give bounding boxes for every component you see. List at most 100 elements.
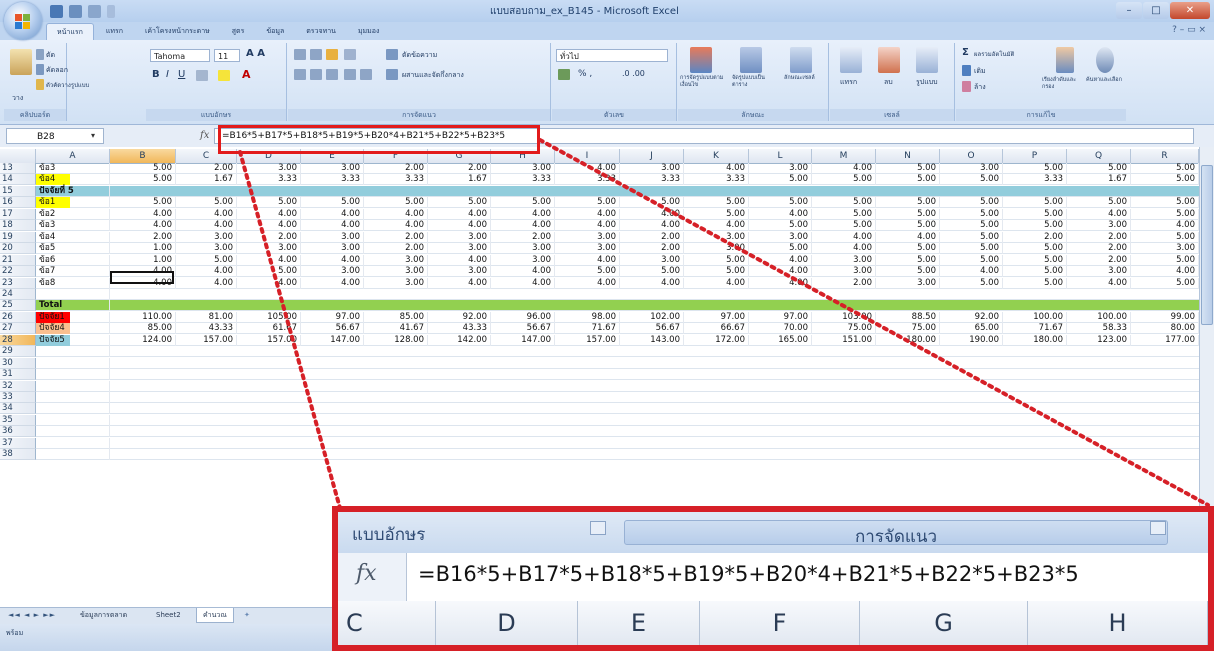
data-cell[interactable]: 3.00 bbox=[555, 243, 620, 255]
cell-styles-label[interactable]: ลักษณะเซลล์ bbox=[784, 75, 824, 82]
sort-filter-icon[interactable] bbox=[1056, 47, 1074, 73]
row-header[interactable]: 36 bbox=[0, 426, 36, 438]
data-cell[interactable]: 2.00 bbox=[364, 243, 428, 255]
data-cell[interactable]: 1.67 bbox=[176, 174, 237, 186]
data-cell[interactable]: 4.00 bbox=[555, 254, 620, 266]
decrease-indent-icon[interactable] bbox=[344, 69, 356, 80]
row-label-cell[interactable]: ข้อ7 bbox=[36, 266, 110, 278]
data-cell[interactable]: 3.33 bbox=[620, 174, 684, 186]
data-cell[interactable]: 4.00 bbox=[428, 277, 491, 289]
data-cell[interactable]: 5.00 bbox=[940, 277, 1003, 289]
data-cell[interactable]: 3.00 bbox=[301, 163, 364, 174]
data-cell[interactable]: 5.00 bbox=[940, 197, 1003, 209]
column-header-p[interactable]: P bbox=[1003, 149, 1067, 163]
data-cell[interactable]: 5.00 bbox=[555, 266, 620, 278]
row-label-cell[interactable] bbox=[36, 403, 110, 415]
row-header[interactable]: 29 bbox=[0, 346, 36, 358]
redo-icon[interactable] bbox=[88, 4, 101, 18]
font-color-icon[interactable]: A bbox=[242, 68, 251, 81]
insert-function-icon[interactable]: fx bbox=[200, 128, 209, 144]
data-cell[interactable]: 4.00 bbox=[110, 220, 176, 232]
row-label-cell[interactable]: ข้อ1 bbox=[36, 197, 110, 209]
data-cell[interactable]: 2.00 bbox=[428, 163, 491, 174]
data-cell[interactable]: 5.00 bbox=[684, 254, 749, 266]
data-cell[interactable]: 4.00 bbox=[940, 266, 1003, 278]
data-cell[interactable]: 3.33 bbox=[301, 174, 364, 186]
conditional-formatting-label[interactable]: การจัดรูปแบบตามเงื่อนไข bbox=[680, 75, 726, 89]
data-cell[interactable]: 75.00 bbox=[876, 323, 940, 335]
format-painter-label[interactable]: ตัวคัดวางรูปแบบ bbox=[46, 80, 89, 90]
align-left-icon[interactable] bbox=[294, 69, 306, 80]
row-header[interactable]: 34 bbox=[0, 403, 36, 415]
row-header[interactable]: 37 bbox=[0, 437, 36, 449]
data-cell[interactable]: 100.00 bbox=[1067, 311, 1131, 323]
data-cell[interactable]: 1.00 bbox=[110, 254, 176, 266]
data-cell[interactable]: 4.00 bbox=[1067, 277, 1131, 289]
data-cell[interactable]: 2.00 bbox=[620, 243, 684, 255]
data-cell[interactable]: 147.00 bbox=[301, 334, 364, 346]
data-cell[interactable]: 5.00 bbox=[876, 254, 940, 266]
data-cell[interactable]: 61.67 bbox=[237, 323, 301, 335]
data-cell[interactable]: 5.00 bbox=[176, 197, 237, 209]
column-header-b[interactable]: B bbox=[110, 149, 176, 163]
copy-icon[interactable] bbox=[36, 64, 44, 75]
data-cell[interactable]: 3.00 bbox=[491, 163, 555, 174]
active-cell-b28[interactable] bbox=[110, 271, 174, 284]
insert-cells-label[interactable]: แทรก bbox=[840, 77, 857, 88]
data-cell[interactable]: 4.00 bbox=[749, 254, 812, 266]
data-cell[interactable]: 2.00 bbox=[620, 231, 684, 243]
accounting-icon[interactable] bbox=[558, 69, 570, 80]
data-cell[interactable]: 157.00 bbox=[237, 334, 301, 346]
tab-view[interactable]: มุมมอง bbox=[348, 23, 389, 40]
column-header-i[interactable]: I bbox=[555, 149, 620, 163]
data-cell[interactable]: 151.00 bbox=[812, 334, 876, 346]
align-top-icon[interactable] bbox=[294, 49, 306, 60]
data-cell[interactable]: 5.00 bbox=[749, 243, 812, 255]
data-cell[interactable]: 3.00 bbox=[1067, 220, 1131, 232]
row-header[interactable]: 13 bbox=[0, 163, 36, 174]
data-cell[interactable]: 3.33 bbox=[1003, 174, 1067, 186]
data-cell[interactable]: 85.00 bbox=[110, 323, 176, 335]
data-cell[interactable]: 4.00 bbox=[491, 208, 555, 220]
data-cell[interactable]: 4.00 bbox=[301, 220, 364, 232]
copy-label[interactable]: คัดลอก bbox=[46, 65, 68, 76]
column-header-n[interactable]: N bbox=[876, 149, 940, 163]
data-cell[interactable]: 2.00 bbox=[1067, 231, 1131, 243]
data-cell[interactable]: 3.33 bbox=[364, 174, 428, 186]
data-cell[interactable]: 2.00 bbox=[176, 163, 237, 174]
delete-cells-label[interactable]: ลบ bbox=[884, 77, 893, 88]
cut-icon[interactable] bbox=[36, 49, 44, 60]
column-header-k[interactable]: K bbox=[684, 149, 749, 163]
row-header[interactable]: 27 bbox=[0, 323, 36, 335]
data-cell[interactable]: 5.00 bbox=[1003, 277, 1067, 289]
underline-button[interactable]: U bbox=[178, 69, 185, 80]
select-all-corner[interactable] bbox=[0, 149, 36, 163]
data-cell[interactable]: 96.00 bbox=[491, 311, 555, 323]
clear-icon[interactable] bbox=[962, 81, 971, 92]
data-cell[interactable]: 2.00 bbox=[1067, 243, 1131, 255]
column-header-m[interactable]: M bbox=[812, 149, 876, 163]
row-label-cell[interactable]: ข้อ8 bbox=[36, 277, 110, 289]
data-cell[interactable]: 3.00 bbox=[364, 254, 428, 266]
data-cell[interactable]: 4.00 bbox=[176, 208, 237, 220]
row-header[interactable]: 31 bbox=[0, 369, 36, 381]
data-cell[interactable]: 5.00 bbox=[1003, 197, 1067, 209]
data-cell[interactable]: 56.67 bbox=[620, 323, 684, 335]
data-cell[interactable]: 5.00 bbox=[876, 220, 940, 232]
data-cell[interactable]: 5.00 bbox=[620, 197, 684, 209]
data-cell[interactable]: 3.00 bbox=[555, 231, 620, 243]
data-cell[interactable]: 3.00 bbox=[620, 254, 684, 266]
data-cell[interactable]: 5.00 bbox=[1131, 174, 1199, 186]
data-cell[interactable]: 3.00 bbox=[876, 277, 940, 289]
row-header[interactable]: 19 bbox=[0, 231, 36, 243]
row-header[interactable]: 28 bbox=[0, 334, 36, 346]
row-label-cell[interactable] bbox=[36, 449, 110, 461]
decimal-icon[interactable]: .0 .00 bbox=[622, 69, 645, 78]
data-cell[interactable]: 5.00 bbox=[110, 163, 176, 174]
data-cell[interactable]: 4.00 bbox=[812, 231, 876, 243]
data-cell[interactable]: 65.00 bbox=[940, 323, 1003, 335]
row-header[interactable]: 21 bbox=[0, 254, 36, 266]
increase-indent-icon[interactable] bbox=[360, 69, 372, 80]
data-cell[interactable]: 5.00 bbox=[684, 266, 749, 278]
sheet-tab-marketing[interactable]: ข้อมูลการตลาด bbox=[74, 608, 133, 622]
